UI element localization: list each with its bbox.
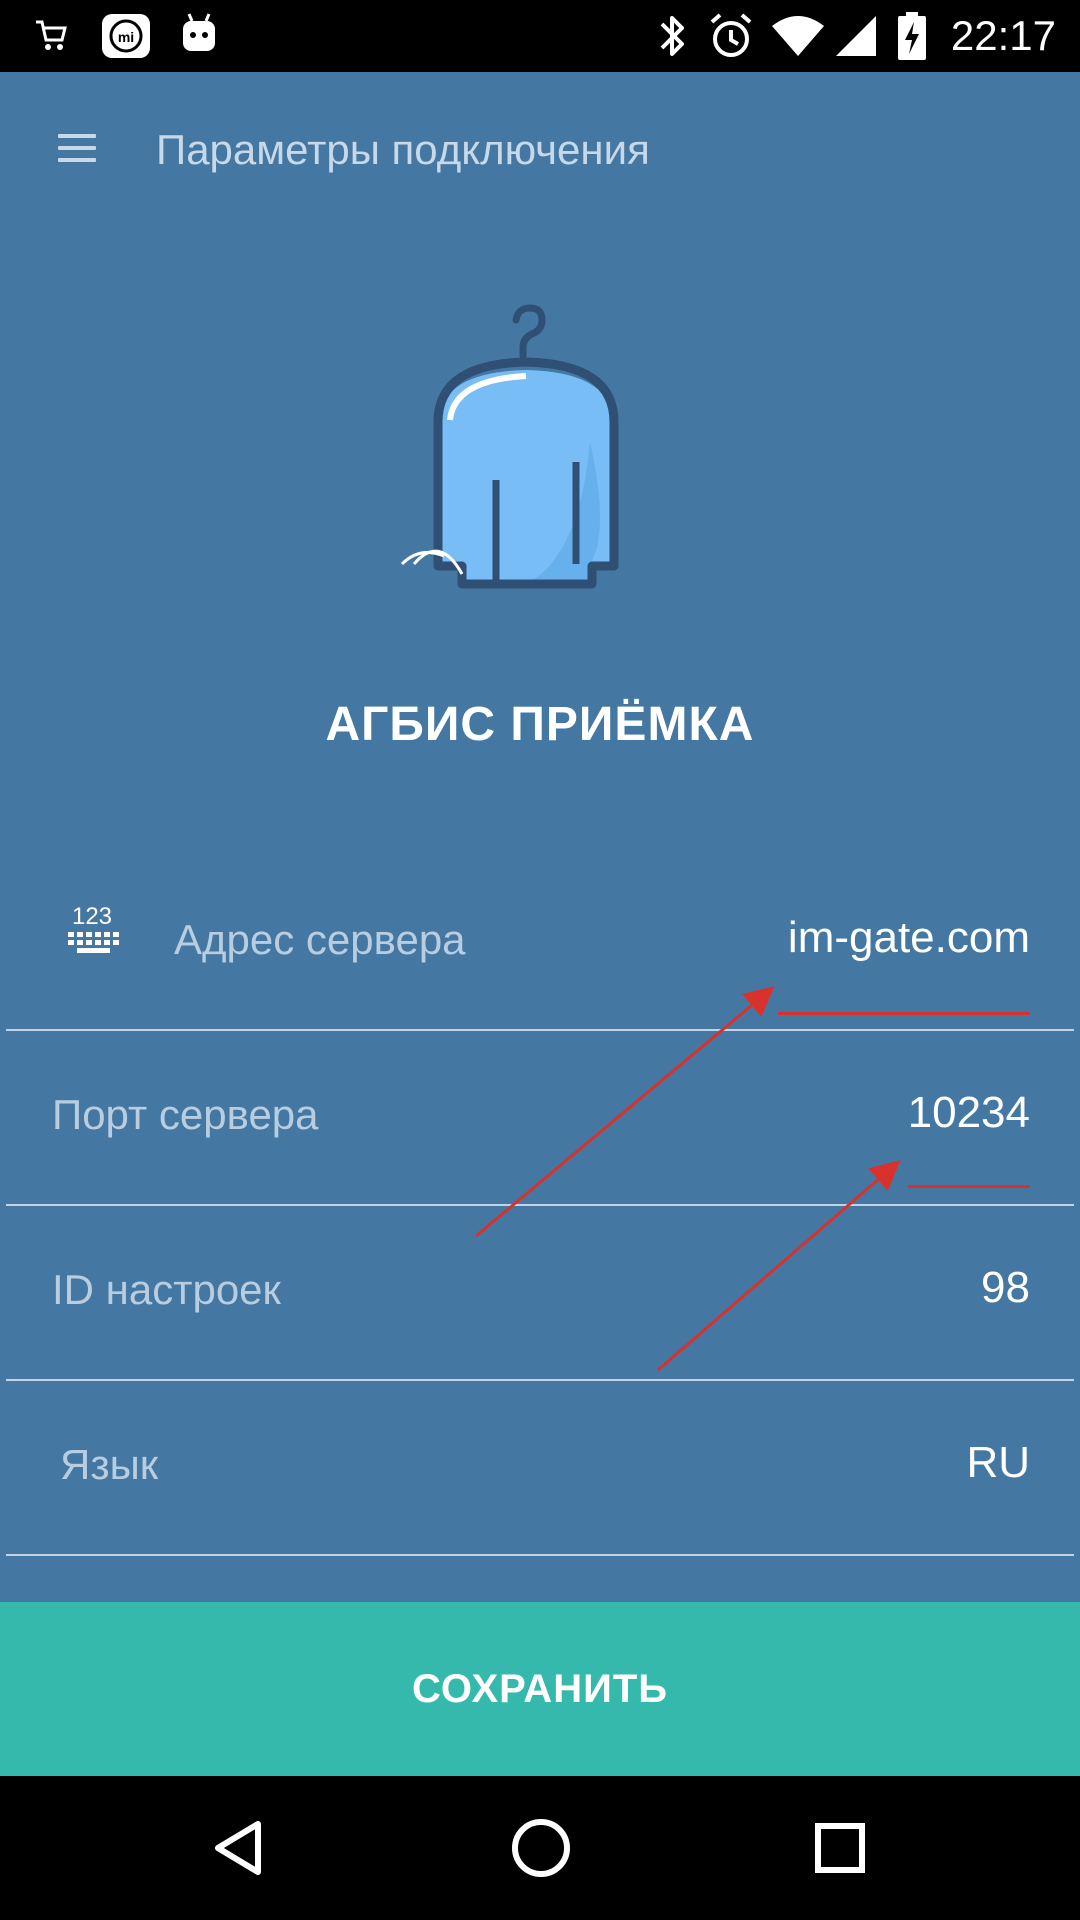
setting-label-settings-id: ID настроек <box>52 1266 281 1313</box>
keyboard-123-icon: 123 <box>68 903 119 953</box>
setting-value-server-port[interactable]: 10234 <box>908 1087 1030 1139</box>
status-bar: mi 22:17 <box>0 0 1080 72</box>
wifi-icon <box>772 16 824 56</box>
bluetooth-icon <box>660 16 684 56</box>
android-debug-icon <box>183 13 215 51</box>
battery-charging-icon <box>898 12 926 60</box>
setting-value-language[interactable]: RU <box>966 1437 1030 1489</box>
setting-value-settings-id[interactable]: 98 <box>981 1262 1030 1314</box>
home-circle-icon[interactable] <box>496 1806 586 1890</box>
shopping-cart-notification-icon <box>36 20 67 50</box>
annotation-underline-port <box>908 1185 1030 1188</box>
setting-row-server-address[interactable]: 123 Адрес сервера im-gate.com <box>6 856 1074 1031</box>
save-button[interactable]: СОХРАНИТЬ <box>0 1602 1080 1776</box>
page-title: Параметры подключения <box>156 126 650 173</box>
annotation-underline-address <box>778 1012 1030 1015</box>
navigation-bar <box>0 1776 1080 1920</box>
svg-text:123: 123 <box>72 903 112 930</box>
setting-label-server-address: Адрес сервера <box>174 916 466 963</box>
setting-value-server-address[interactable]: im-gate.com <box>788 912 1030 964</box>
settings-list: 123 Адрес сервера im-gate.com Порт серве… <box>0 856 1080 1556</box>
cellular-signal-icon <box>836 16 876 56</box>
setting-row-language[interactable]: Язык RU <box>6 1381 1074 1556</box>
setting-label-server-port: Порт сервера <box>52 1091 319 1138</box>
toolbar: Параметры подключения <box>0 72 1080 236</box>
recents-square-icon[interactable] <box>796 1806 886 1890</box>
setting-label-language: Язык <box>60 1441 159 1488</box>
svg-text:mi: mi <box>118 29 134 45</box>
hanger-garment-logo <box>400 304 619 589</box>
setting-row-settings-id[interactable]: ID настроек 98 <box>6 1206 1074 1381</box>
hamburger-menu-icon[interactable] <box>40 120 116 176</box>
app-brand-name: АГБИС ПРИЁМКА <box>325 698 755 751</box>
back-triangle-icon[interactable] <box>196 1806 286 1890</box>
alarm-icon <box>710 13 752 57</box>
setting-row-server-port[interactable]: Порт сервера 10234 <box>6 1031 1074 1206</box>
status-clock: 22:17 <box>950 12 1056 59</box>
mi-app-icon: mi <box>102 14 150 58</box>
